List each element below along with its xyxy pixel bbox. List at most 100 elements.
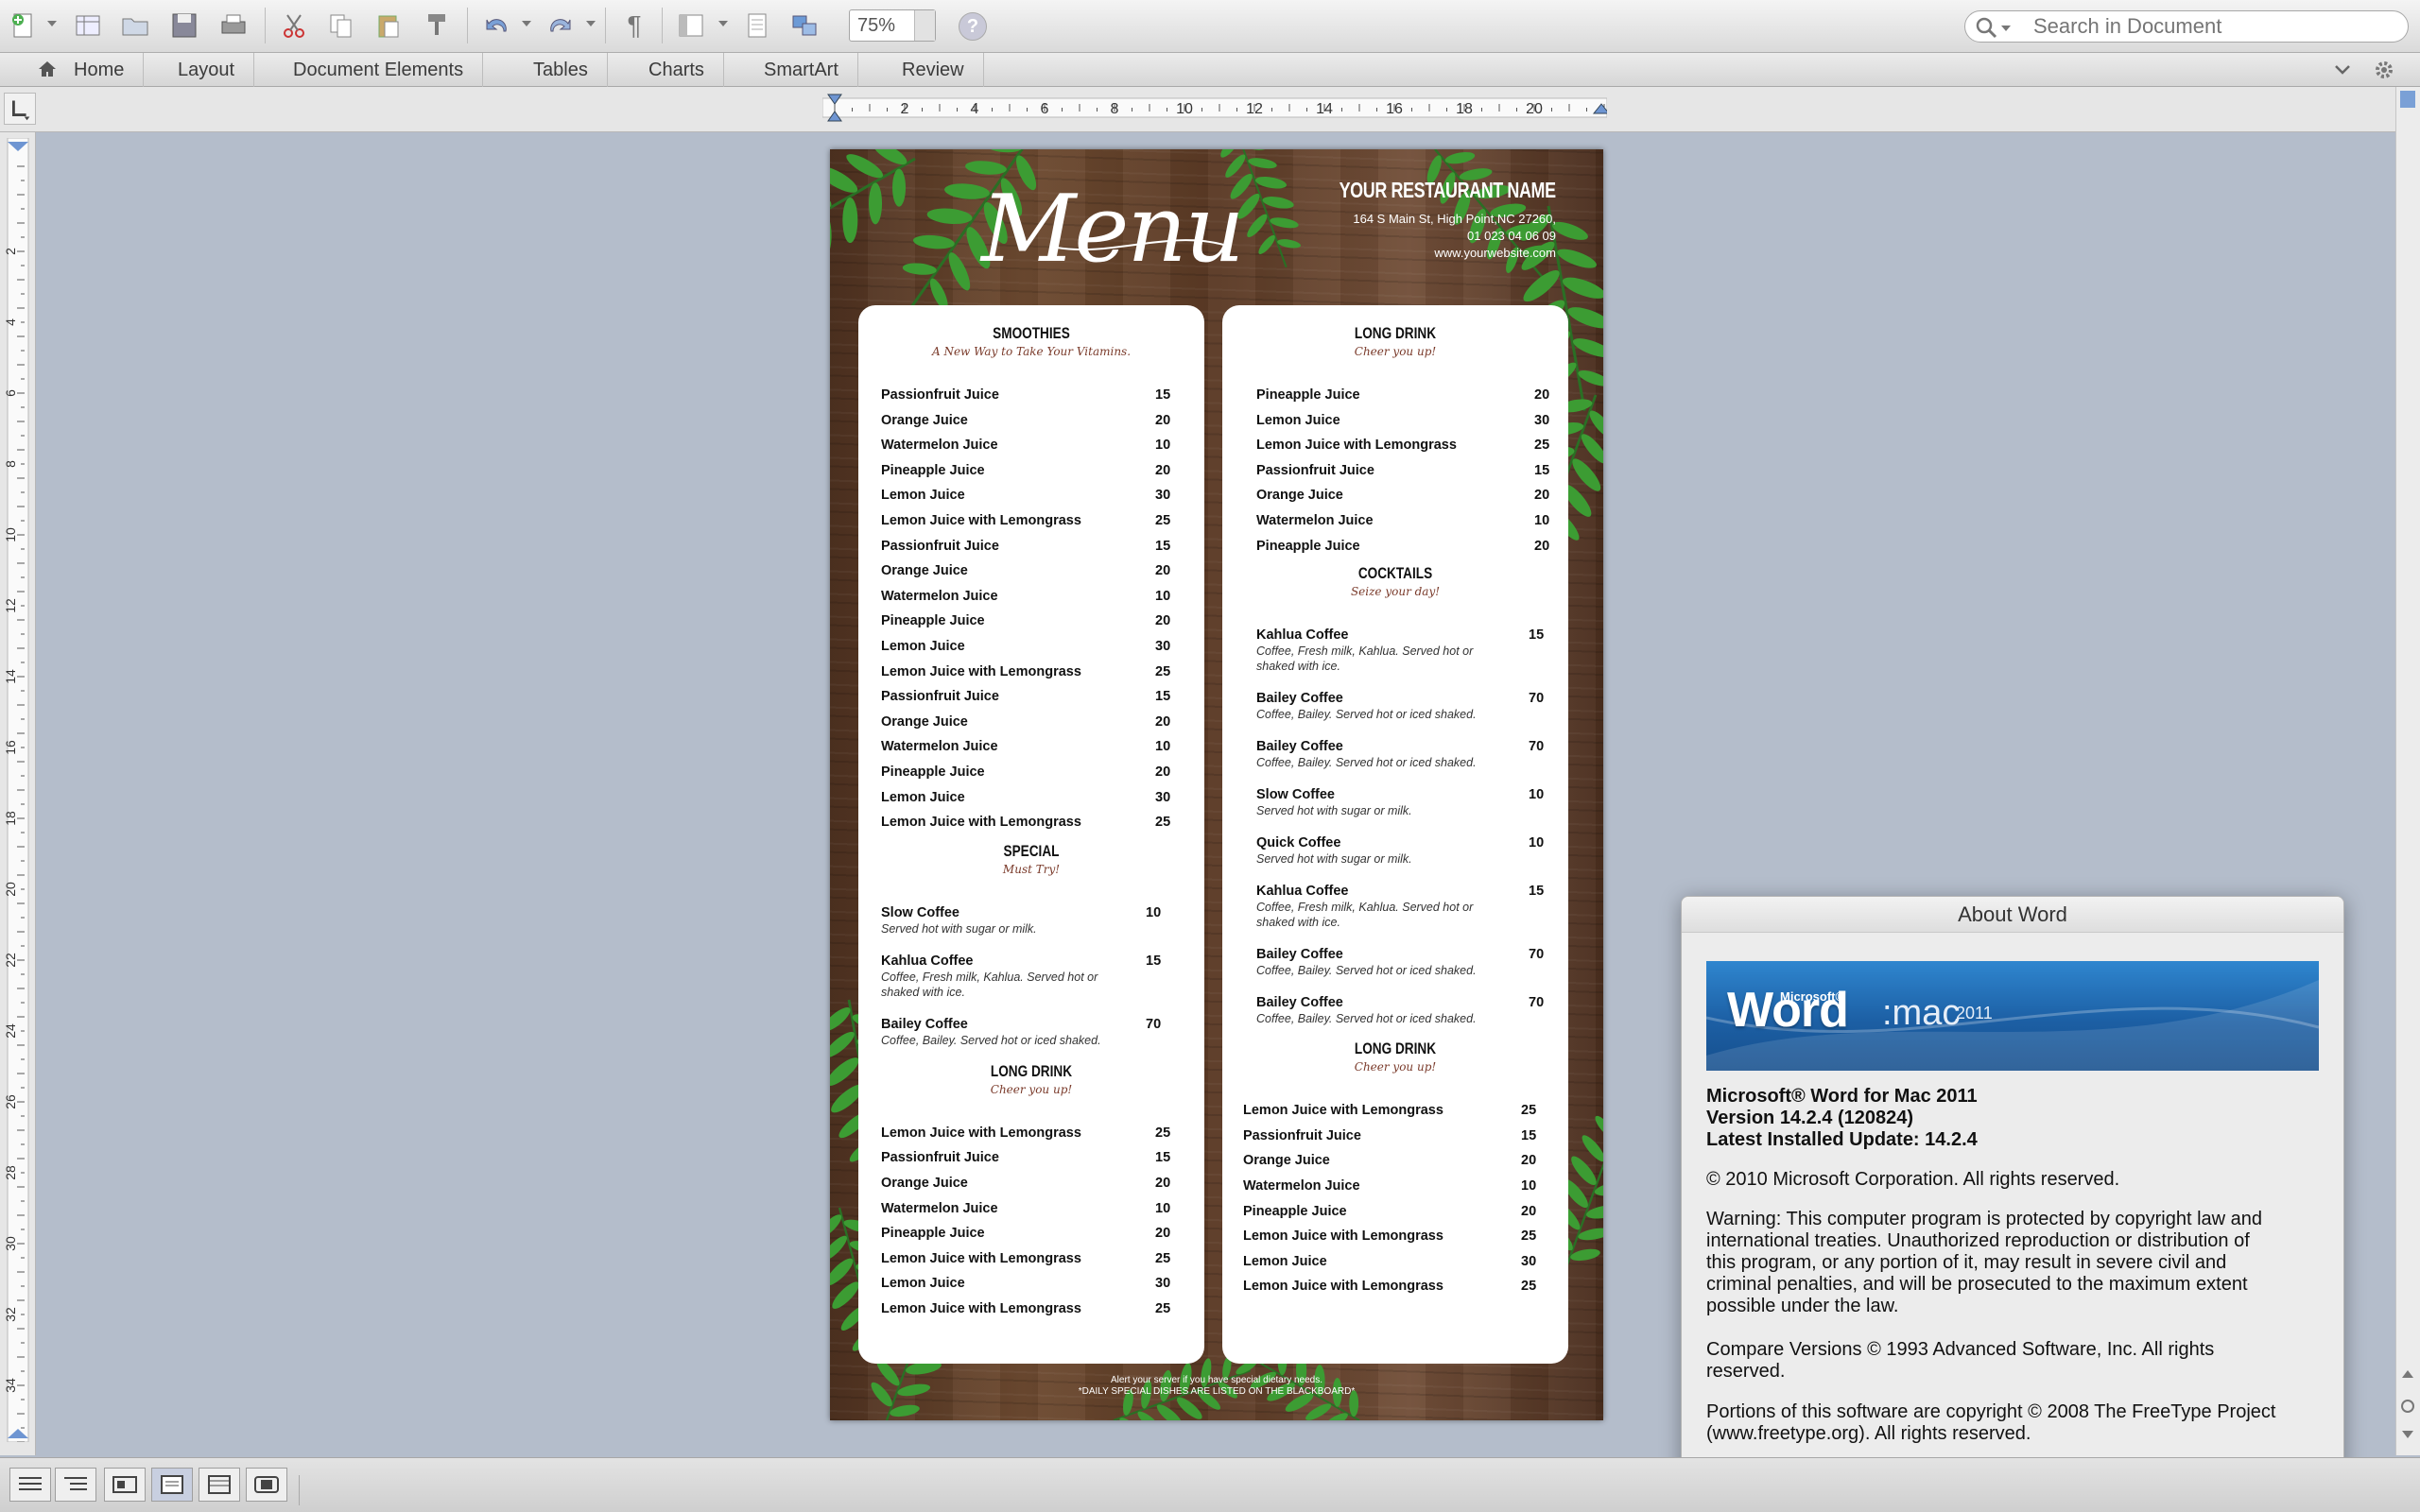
menu-item-price: 15 [1155,538,1171,554]
ruler-label: 28 [6,1165,18,1180]
section-subtitle: Cheer you up! [1354,345,1437,358]
zoom-dropdown-arrow[interactable] [914,10,935,41]
menu-item-name: Lemon Juice with Lemongrass [881,663,1081,679]
description-line: Served hot with sugar or milk. [1256,804,1412,818]
menu-item-price: 15 [1529,884,1545,900]
pilcrow-icon[interactable]: ¶ [616,8,652,43]
menu-item-name: Watermelon Juice [881,1200,998,1216]
restaurant-phone: 01 023 04 06 09 [1467,229,1556,243]
toolbox-icon[interactable] [739,8,775,43]
ruler-label: 18 [6,811,18,826]
ruler-label: 30 [6,1236,18,1251]
ruler-label: 14 [1316,101,1333,117]
menu-item-name: Watermelon Juice [881,739,998,755]
ribbon-collapse-chevron-icon[interactable] [2333,61,2352,78]
undo-icon[interactable] [478,8,514,43]
search-box[interactable] [1964,10,2409,43]
warning-line: this program, or any portion of it, may … [1706,1252,2227,1273]
tab-home[interactable]: Home [62,53,145,87]
new-dropdown-arrow[interactable] [47,21,57,26]
new-document-icon[interactable] [6,8,42,43]
sidebar-dropdown-arrow[interactable] [718,21,728,26]
media-browser-icon[interactable] [786,8,822,43]
zoom-combobox[interactable]: 75% [849,9,936,42]
vertical-ruler[interactable]: 246810121416182022242628303234 [0,132,36,1455]
description-line: Coffee, Fresh milk, Kahlua. Served hot o… [1256,901,1474,915]
tab-layout[interactable]: Layout [159,53,255,87]
menu-item-name: Lemon Juice [881,488,965,504]
menu-item-name: Slow Coffee [881,904,959,920]
focus-view-button[interactable] [246,1468,287,1502]
description-line: Served hot with sugar or milk. [1256,852,1412,867]
tab-smartart[interactable]: SmartArt [745,53,858,87]
section-subtitle: Must Try! [1002,862,1061,876]
description-line: shaked with ice. [1256,916,1340,930]
publishing-layout-button[interactable] [104,1468,146,1502]
menu-column-right: LONG DRINK Cheer you up! Pineapple Juice 20… [1222,305,1568,1364]
ruler-label: 2 [6,248,18,255]
menu-item-price: 25 [1155,513,1171,528]
menu-swash-decoration [1057,239,1227,251]
search-options-arrow[interactable] [2001,26,2011,31]
format-painter-icon[interactable] [420,8,456,43]
freetype-line: Portions of this software are copyright … [1706,1401,2276,1422]
about-word-dialog[interactable]: About Word Word Microsoft® :mac 2011 Mic… [1681,896,2344,1512]
scroll-arrows-icon[interactable] [2396,1365,2419,1450]
notebook-layout-button[interactable] [199,1468,240,1502]
menu-item-price: 20 [1521,1203,1537,1219]
menu-item-price: 30 [1155,639,1171,654]
split-view-icon[interactable] [2396,87,2419,115]
menu-item-price: 20 [1155,1176,1171,1191]
templates-icon[interactable] [70,8,106,43]
description-line: Coffee, Bailey. Served hot or iced shake… [1256,964,1477,978]
menu-item-name: Orange Juice [881,563,968,579]
vertical-scrollbar[interactable] [2395,87,2420,1455]
document-page[interactable]: Menu YOUR RESTAURANT NAME 164 S Main St,… [830,149,1603,1420]
section-title: COCKTAILS [1357,564,1433,583]
save-icon[interactable] [166,8,202,43]
gear-icon[interactable] [2373,59,2395,81]
menu-item-price: 70 [1529,995,1545,1011]
menu-item-name: Passionfruit Juice [881,689,999,705]
print-icon[interactable] [216,8,251,43]
search-input[interactable] [2033,13,2393,40]
paste-icon[interactable] [371,8,406,43]
menu-item-description: Coffee, Bailey. Served hot or iced shake… [1256,707,1477,722]
undo-dropdown-arrow[interactable] [522,21,531,26]
section-subtitle: Cheer you up! [990,1082,1073,1096]
menu-item-name: Slow Coffee [1256,787,1335,803]
standard-toolbar: ¶ 75% ? [0,0,2420,53]
open-folder-icon[interactable] [117,8,153,43]
help-icon[interactable]: ? [959,12,987,41]
menu-item-name: Passionfruit Juice [881,387,999,403]
horizontal-ruler[interactable]: 2 4 6 8 10 12 14 16 18 20 [822,93,1607,123]
redo-icon[interactable] [543,8,579,43]
tab-stop-selector[interactable] [4,93,36,125]
outline-view-button[interactable] [55,1468,96,1502]
menu-item-price: 20 [1155,613,1171,629]
warning-line: possible under the law. [1706,1296,1899,1316]
ruler-label: 24 [6,1023,18,1039]
menu-item-price: 10 [1155,588,1171,604]
menu-item-price: 15 [1155,387,1171,403]
sidebar-icon[interactable] [673,8,709,43]
tab-charts[interactable]: Charts [630,53,724,87]
restaurant-address: 164 S Main St, High Point,NC 27260, [1353,212,1556,226]
tab-review[interactable]: Review [883,53,984,87]
focus-view-icon [254,1476,279,1493]
menu-footer-note: Alert your server if you have special di… [1111,1375,1322,1385]
print-layout-button[interactable] [151,1468,193,1502]
redo-dropdown-arrow[interactable] [586,21,596,26]
vertical-ruler-ticks: 246810121416182022242628303234 [6,138,29,1442]
draft-view-button[interactable] [9,1468,51,1502]
ruler-label: 10 [6,527,18,542]
menu-item-price: 70 [1529,947,1545,963]
tab-document-elements[interactable]: Document Elements [274,53,484,87]
menu-item-price: 15 [1521,1127,1537,1143]
menu-item-price: 25 [1155,1250,1171,1266]
menu-item-price: 20 [1155,412,1171,428]
tab-tables[interactable]: Tables [514,53,608,87]
cut-icon[interactable] [276,8,312,43]
freetype-text: Portions of this software are copyright … [1706,1401,2321,1445]
copy-icon[interactable] [323,8,359,43]
